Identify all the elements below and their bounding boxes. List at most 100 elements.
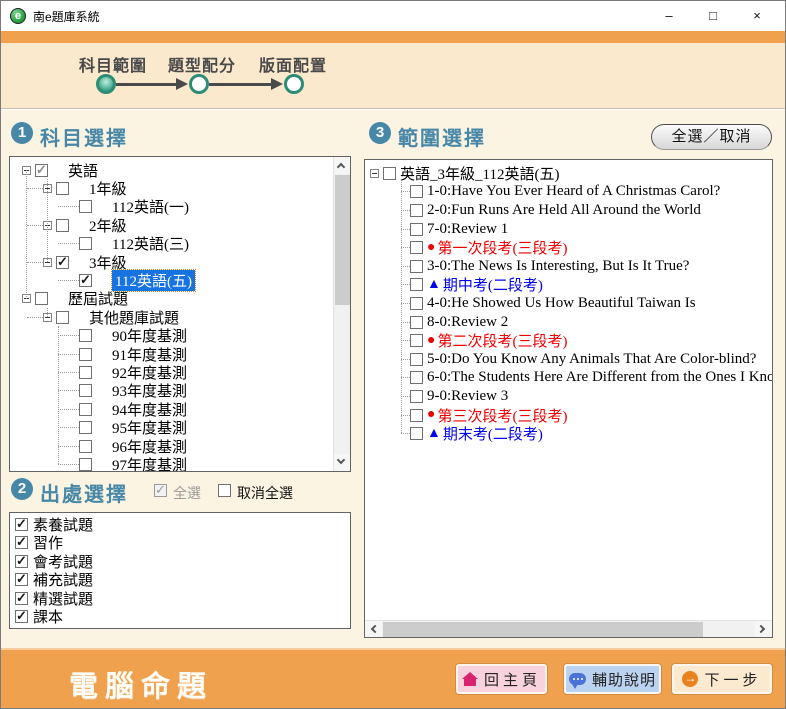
source-checkbox[interactable] (15, 573, 28, 586)
range-checkbox[interactable] (410, 223, 423, 236)
scroll-left-button[interactable] (365, 621, 382, 638)
tree-checkbox[interactable] (56, 219, 69, 232)
tree-item[interactable]: 歷屆試題 (10, 290, 332, 308)
tree-checkbox[interactable] (79, 237, 92, 250)
range-checkbox[interactable] (410, 241, 423, 254)
tree-item[interactable]: 1年級 (10, 179, 332, 197)
tree-item-label[interactable]: 97年度基測 (112, 454, 187, 472)
tree-checkbox[interactable] (56, 311, 69, 324)
range-checkbox[interactable] (410, 427, 423, 440)
range-item-label[interactable]: 期中考(二段考) (443, 274, 543, 295)
tree-item[interactable]: 其他題庫試題 (10, 308, 332, 326)
tree-checkbox[interactable] (79, 329, 92, 342)
tree-item[interactable]: 2年級 (10, 216, 332, 234)
scroll-right-button[interactable] (755, 621, 772, 638)
tree-item[interactable]: 3年級 (10, 253, 332, 271)
range-item-label[interactable]: 第二次段考(三段考) (437, 330, 567, 351)
tree-checkbox[interactable] (79, 274, 92, 287)
source-item[interactable]: 課本 (10, 608, 350, 627)
range-item[interactable]: 7-0:Review 1 (365, 220, 772, 239)
source-item[interactable]: 習作 (10, 534, 350, 553)
source-checkbox[interactable] (15, 592, 28, 605)
tree-checkbox[interactable] (35, 164, 48, 177)
range-item-label[interactable]: 1-0:Have You Ever Heard of A Christmas C… (427, 183, 720, 200)
range-item[interactable]: ●第二次段考(三段考) (365, 331, 772, 350)
range-item[interactable]: 3-0:The News Is Interesting, But Is It T… (365, 257, 772, 276)
range-item-label[interactable]: 6-0:The Students Here Are Different from… (427, 369, 773, 386)
range-item[interactable]: 9-0:Review 3 (365, 387, 772, 406)
range-item[interactable]: ▲期末考(二段考) (365, 424, 772, 443)
range-item-label[interactable]: 9-0:Review 3 (427, 388, 508, 405)
tree-item[interactable]: 112英語(三) (10, 235, 332, 253)
tree-checkbox[interactable] (79, 458, 92, 471)
next-step-button[interactable]: → 下一步 (672, 664, 772, 694)
source-checkbox[interactable] (15, 536, 28, 549)
source-checkbox[interactable] (15, 555, 28, 568)
source-checkbox[interactable] (15, 610, 28, 623)
range-item[interactable]: 8-0:Review 2 (365, 313, 772, 332)
tree-checkbox[interactable] (79, 366, 92, 379)
tree-checkbox[interactable] (35, 292, 48, 305)
range-checkbox[interactable] (410, 185, 423, 198)
tree-checkbox[interactable] (79, 440, 92, 453)
source-checkbox[interactable] (15, 518, 28, 531)
help-button[interactable]: 輔助說明 (564, 664, 661, 694)
scroll-up-button[interactable] (334, 157, 351, 174)
range-item-label[interactable]: 3-0:The News Is Interesting, But Is It T… (427, 258, 689, 275)
source-item[interactable]: 精選試題 (10, 589, 350, 608)
vertical-scrollbar[interactable] (333, 157, 350, 471)
source-item[interactable]: 會考試題 (10, 552, 350, 571)
tree-checkbox[interactable] (56, 256, 69, 269)
scrollbar-thumb[interactable] (383, 622, 703, 637)
minimize-button[interactable]: – (647, 1, 691, 31)
close-button[interactable]: × (735, 1, 779, 31)
range-checkbox[interactable] (410, 409, 423, 422)
horizontal-scrollbar[interactable] (365, 620, 772, 637)
range-item[interactable]: ●第三次段考(三段考) (365, 406, 772, 425)
range-item[interactable]: 2-0:Fun Runs Are Held All Around the Wor… (365, 201, 772, 220)
range-checkbox[interactable] (383, 167, 396, 180)
select-all-checkbox[interactable] (154, 484, 167, 497)
range-checkbox[interactable] (410, 316, 423, 329)
select-all-toggle-button[interactable]: 全選／取消 (651, 124, 772, 150)
range-checkbox[interactable] (410, 334, 423, 347)
range-item-label[interactable]: 英語_3年級_112英語(五) (400, 163, 559, 184)
range-checkbox[interactable] (410, 390, 423, 403)
range-checkbox[interactable] (410, 353, 423, 366)
source-item[interactable]: 補充試題 (10, 571, 350, 590)
range-item[interactable]: 6-0:The Students Here Are Different from… (365, 369, 772, 388)
scroll-down-button[interactable] (334, 454, 351, 471)
range-checkbox[interactable] (410, 204, 423, 217)
tree-checkbox[interactable] (79, 200, 92, 213)
tree-item[interactable]: 112英語(五) (10, 271, 332, 289)
range-item-label[interactable]: 7-0:Review 1 (427, 221, 508, 238)
tree-checkbox[interactable] (79, 421, 92, 434)
scrollbar-thumb[interactable] (335, 175, 350, 305)
source-item[interactable]: 素養試題 (10, 515, 350, 534)
tree-item[interactable]: 英語 (10, 161, 332, 179)
range-item-label[interactable]: 第一次段考(三段考) (437, 237, 567, 258)
home-button[interactable]: 回主頁 (456, 664, 547, 694)
range-item[interactable]: ●第一次段考(三段考) (365, 238, 772, 257)
range-item-label[interactable]: 8-0:Review 2 (427, 314, 508, 331)
deselect-all-checkbox[interactable] (218, 484, 231, 497)
tree-checkbox[interactable] (79, 384, 92, 397)
range-item-label[interactable]: 5-0:Do You Know Any Animals That Are Col… (427, 351, 756, 368)
tree-item[interactable]: 112英語(一) (10, 198, 332, 216)
range-item-label[interactable]: 4-0:He Showed Us How Beautiful Taiwan Is (427, 295, 696, 312)
tree-expander-icon[interactable] (370, 169, 379, 178)
range-item[interactable]: 英語_3年級_112英語(五) (365, 164, 772, 183)
range-checkbox[interactable] (410, 278, 423, 291)
range-item-label[interactable]: 期末考(二段考) (443, 423, 543, 444)
range-item[interactable]: 5-0:Do You Know Any Animals That Are Col… (365, 350, 772, 369)
range-item[interactable]: 1-0:Have You Ever Heard of A Christmas C… (365, 183, 772, 202)
range-item[interactable]: 4-0:He Showed Us How Beautiful Taiwan Is (365, 294, 772, 313)
range-item[interactable]: ▲期中考(二段考) (365, 276, 772, 295)
tree-checkbox[interactable] (79, 348, 92, 361)
tree-checkbox[interactable] (56, 182, 69, 195)
range-checkbox[interactable] (410, 371, 423, 384)
range-checkbox[interactable] (410, 297, 423, 310)
tree-checkbox[interactable] (79, 403, 92, 416)
maximize-button[interactable]: □ (691, 1, 735, 31)
range-item-label[interactable]: 2-0:Fun Runs Are Held All Around the Wor… (427, 202, 701, 219)
